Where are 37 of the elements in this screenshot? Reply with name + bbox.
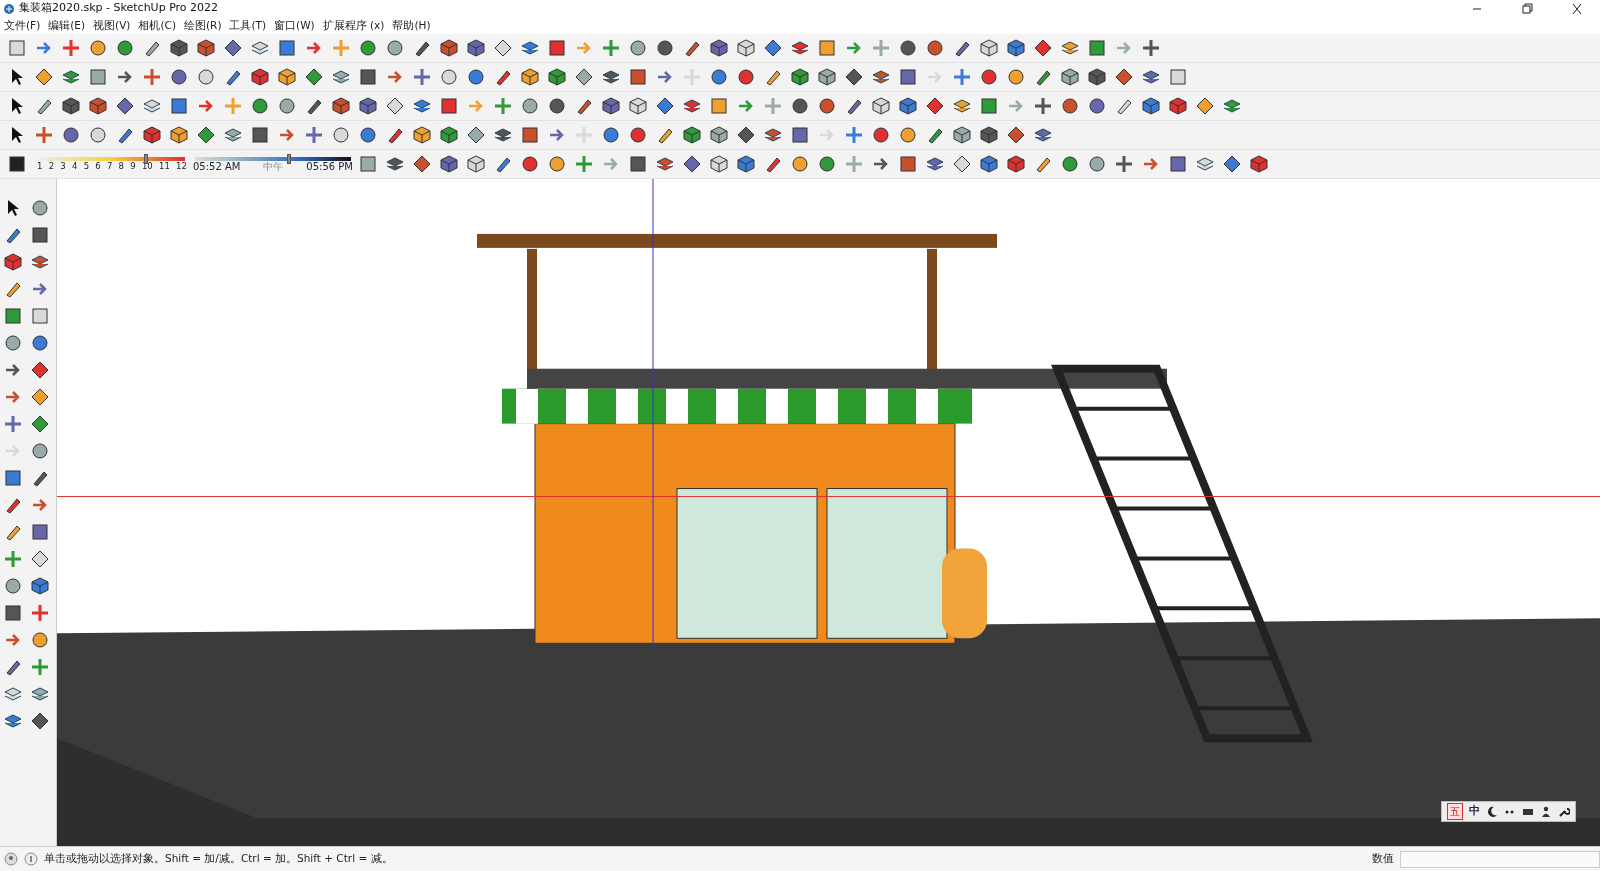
- slider-thumb[interactable]: [143, 153, 148, 164]
- month-label: 1: [37, 160, 43, 172]
- menu-item[interactable]: 扩展程序 (x): [322, 17, 385, 34]
- menu-item[interactable]: 帮助(H): [392, 17, 431, 34]
- status-hint: 单击或拖动以选择对象。Shift = 加/减。Ctrl = 加。Shift + Ctrl = 减。: [44, 851, 394, 867]
- menu-item[interactable]: 窗口(W): [274, 17, 315, 34]
- month-label: 7: [106, 160, 113, 172]
- menu-item[interactable]: 文件(F): [4, 17, 41, 34]
- month-label: 11: [158, 160, 170, 172]
- month-label: 8: [118, 160, 124, 172]
- month-label: 4: [71, 160, 78, 172]
- month-slider[interactable]: [39, 156, 185, 161]
- measurements-label: 数值: [1372, 850, 1394, 867]
- time-label: 05:52 AM: [193, 160, 241, 172]
- menu-item[interactable]: 相机(C): [138, 17, 176, 34]
- menu-item[interactable]: 工具(T): [229, 17, 267, 34]
- wrench-icon[interactable]: [1558, 805, 1570, 818]
- month-label: 5: [83, 160, 90, 172]
- month-label: 3: [60, 160, 66, 172]
- menu-item[interactable]: 编辑(E): [48, 17, 86, 34]
- time-slider[interactable]: [195, 156, 351, 161]
- layout-indicator[interactable]: 五: [1447, 803, 1463, 820]
- moon-icon[interactable]: [1486, 805, 1498, 818]
- input-mode[interactable]: 中: [1469, 803, 1480, 820]
- person-icon[interactable]: [1540, 805, 1552, 818]
- noon-label: 中午: [263, 160, 284, 172]
- window-title: 集装箱2020.skp - SketchUp Pro 2022: [19, 0, 220, 17]
- month-label: 6: [95, 160, 101, 172]
- info-icon[interactable]: [24, 852, 38, 866]
- slider-thumb[interactable]: [286, 153, 291, 164]
- month-label: 12: [176, 160, 187, 172]
- measurements-field[interactable]: [1400, 850, 1600, 868]
- menu-item[interactable]: 绘图(R): [184, 17, 222, 34]
- menu-item[interactable]: 视图(V): [93, 17, 131, 34]
- time-label: 05:56 PM: [306, 160, 353, 172]
- month-label: 9: [130, 160, 136, 172]
- month-label: 2: [48, 160, 55, 172]
